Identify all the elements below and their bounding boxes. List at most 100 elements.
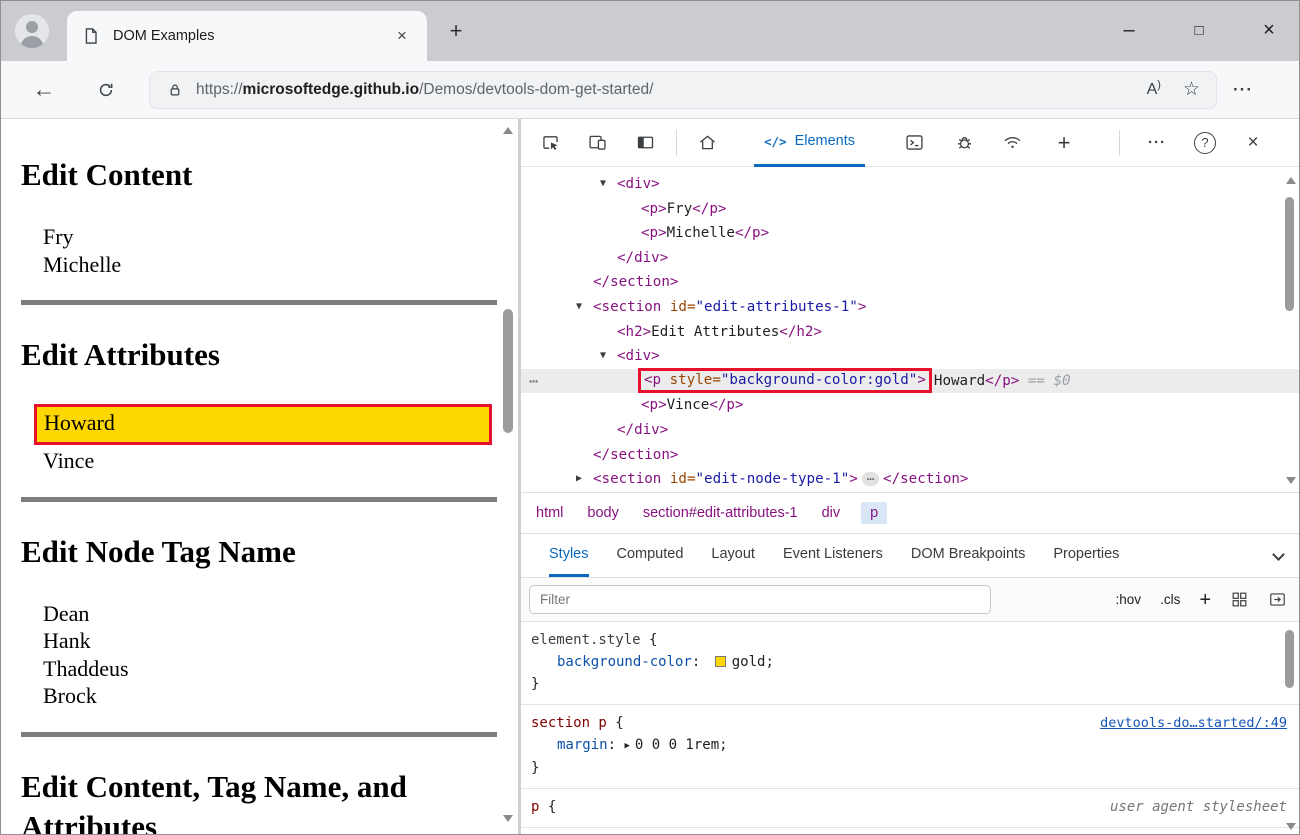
scroll-down-icon[interactable] bbox=[503, 815, 513, 822]
tabs-row: Styles Computed Layout Event Listeners DOM B… bbox=[521, 534, 1299, 577]
browser-tab[interactable]: DOM Examples × bbox=[67, 11, 427, 61]
breadcrumb-item[interactable]: section#edit-attributes-1 bbox=[640, 502, 801, 524]
scroll-up-icon[interactable] bbox=[503, 127, 513, 134]
dom-node-markup: </div> bbox=[617, 418, 668, 443]
dom-tree-node[interactable]: <h2>Edit Attributes</h2> bbox=[521, 320, 1299, 345]
css-selector[interactable]: element.style bbox=[531, 632, 641, 648]
back-button[interactable]: ← bbox=[27, 73, 61, 107]
profile-avatar[interactable] bbox=[15, 14, 49, 48]
close-brace: } bbox=[531, 673, 1287, 695]
scroll-down-icon[interactable] bbox=[1286, 477, 1296, 484]
breadcrumb-item[interactable]: p bbox=[861, 502, 887, 524]
dom-token-tag: <p> bbox=[641, 225, 667, 241]
more-tabs-button[interactable]: + bbox=[1047, 123, 1081, 163]
window-minimize-button[interactable]: – bbox=[1111, 13, 1147, 47]
grid-overlay-icon[interactable] bbox=[1230, 590, 1249, 609]
lock-icon[interactable] bbox=[166, 81, 184, 99]
styles-filter-input[interactable] bbox=[529, 585, 991, 614]
dom-scrollbar-thumb[interactable] bbox=[1285, 197, 1294, 311]
window-close-button[interactable]: × bbox=[1251, 13, 1287, 47]
open-brace: { bbox=[539, 799, 556, 815]
read-aloud-icon[interactable]: A) bbox=[1147, 81, 1161, 99]
inspect-element-icon[interactable] bbox=[533, 123, 567, 163]
css-declaration[interactable]: background-color: gold; bbox=[557, 651, 1287, 673]
refresh-button[interactable] bbox=[89, 73, 123, 107]
tab-event-listeners[interactable]: Event Listeners bbox=[783, 534, 883, 577]
devtools-close-icon[interactable]: × bbox=[1236, 123, 1270, 163]
dom-token-val: "edit-node-type-1" bbox=[696, 471, 850, 487]
breadcrumb-item[interactable]: html bbox=[533, 502, 566, 524]
expand-arrow-icon[interactable]: ▼ bbox=[600, 344, 606, 369]
dom-tree-node[interactable]: ⋯<p style="background-color:gold">Howard… bbox=[521, 369, 1299, 394]
dom-tree-node[interactable]: </section> bbox=[521, 270, 1299, 295]
tab-dom-breakpoints[interactable]: DOM Breakpoints bbox=[911, 534, 1025, 577]
dom-tree-node[interactable]: </section> bbox=[521, 443, 1299, 468]
dom-tree-node[interactable]: ▼<section id="edit-attributes-1"> bbox=[521, 295, 1299, 320]
dock-side-icon[interactable] bbox=[628, 123, 662, 163]
window-maximize-button[interactable]: □ bbox=[1181, 13, 1217, 47]
dom-tree-node[interactable]: </div> bbox=[521, 246, 1299, 271]
page-paragraph: Michelle bbox=[43, 251, 497, 279]
tab-layout[interactable]: Layout bbox=[711, 534, 755, 577]
refresh-icon bbox=[96, 80, 116, 100]
expand-arrow-icon[interactable]: ▶ bbox=[576, 467, 582, 492]
open-styles-sidebar-icon[interactable] bbox=[1268, 590, 1287, 609]
expand-arrow-icon[interactable]: ▼ bbox=[576, 295, 582, 320]
dom-tree-node[interactable]: ▼<div> bbox=[521, 172, 1299, 197]
breadcrumb-item[interactable]: div bbox=[819, 502, 844, 524]
css-selector[interactable]: section p bbox=[531, 715, 607, 731]
dom-token-tag: </p> bbox=[985, 373, 1019, 389]
styles-scrollbar-thumb[interactable] bbox=[1285, 630, 1294, 688]
navigation-bar: ← https://microsoftedge.github.io/Demos/… bbox=[1, 61, 1299, 119]
breadcrumb-bar: html body section#edit-attributes-1 divp bbox=[521, 492, 1299, 533]
web-page: Edit ContentFryMichelleEdit AttributesHo… bbox=[1, 119, 519, 834]
device-emulation-icon[interactable] bbox=[580, 123, 614, 163]
color-swatch[interactable] bbox=[715, 656, 726, 667]
debugger-bug-icon[interactable] bbox=[947, 123, 981, 163]
page-scrollbar-thumb[interactable] bbox=[503, 309, 513, 433]
url-bar[interactable]: https://microsoftedge.github.io/Demos/de… bbox=[149, 71, 1217, 109]
page-item-group: HowardVince bbox=[21, 404, 497, 475]
dom-tree-node[interactable]: ▶<section id="edit-node-type-1">⋯</secti… bbox=[521, 467, 1299, 492]
welcome-home-icon[interactable] bbox=[690, 123, 724, 163]
dom-tree-node[interactable]: <p>Vince</p> bbox=[521, 393, 1299, 418]
dom-tree-node[interactable]: </div> bbox=[521, 418, 1299, 443]
dom-token-text: Vince bbox=[667, 397, 710, 413]
expand-arrow-icon[interactable]: ▼ bbox=[600, 172, 606, 197]
stylesheet-link[interactable]: devtools-do…started/:49 bbox=[1100, 712, 1287, 734]
dom-token-tag: > bbox=[858, 299, 867, 315]
dom-node-markup: </div> bbox=[617, 246, 668, 271]
dom-token-tag: <p bbox=[644, 372, 661, 388]
breadcrumb-item[interactable]: body bbox=[584, 502, 621, 524]
toggle-element-classes-button[interactable]: .cls bbox=[1160, 592, 1180, 607]
tab-elements[interactable]: </> Elements bbox=[754, 119, 865, 167]
expand-arrow-icon[interactable]: ▶ bbox=[624, 741, 629, 751]
scroll-down-icon[interactable] bbox=[1286, 823, 1296, 830]
new-style-rule-button[interactable]: + bbox=[1199, 590, 1211, 610]
page-heading: Edit Attributes bbox=[21, 335, 497, 375]
page-scrollbar[interactable] bbox=[500, 119, 516, 834]
new-tab-button[interactable]: + bbox=[441, 17, 471, 47]
tab-properties[interactable]: Properties bbox=[1053, 534, 1119, 577]
scroll-up-icon[interactable] bbox=[1286, 177, 1296, 184]
node-menu-icon[interactable]: ⋯ bbox=[529, 369, 539, 394]
devtools-toolbar: </> Elements + ··· ? × bbox=[521, 119, 1299, 167]
tab-computed[interactable]: Computed bbox=[617, 534, 684, 577]
devtools-menu-icon[interactable]: ··· bbox=[1140, 123, 1174, 163]
browser-menu-icon[interactable]: ··· bbox=[1233, 80, 1253, 100]
toggle-pseudo-classes-button[interactable]: :hov bbox=[1116, 592, 1142, 607]
network-wifi-icon[interactable] bbox=[995, 123, 1029, 163]
dom-tree-scrollbar[interactable] bbox=[1283, 173, 1297, 486]
help-icon[interactable]: ? bbox=[1188, 123, 1222, 163]
dom-tree-node[interactable]: <p>Fry</p> bbox=[521, 197, 1299, 222]
page-paragraph: Hank bbox=[43, 627, 497, 655]
tab-close-icon[interactable]: × bbox=[391, 26, 413, 46]
dom-token-tag: </div> bbox=[617, 250, 668, 266]
dom-tree-node[interactable]: ▼<div> bbox=[521, 344, 1299, 369]
css-declaration[interactable]: margin: ▶0 0 0 1rem; bbox=[557, 734, 1287, 757]
console-icon[interactable] bbox=[897, 123, 931, 163]
dom-tree-node[interactable]: <p>Michelle</p> bbox=[521, 221, 1299, 246]
favorites-star-icon[interactable]: ☆ bbox=[1183, 78, 1200, 101]
tab-styles[interactable]: Styles bbox=[549, 534, 589, 577]
styles-scrollbar[interactable] bbox=[1283, 628, 1297, 830]
